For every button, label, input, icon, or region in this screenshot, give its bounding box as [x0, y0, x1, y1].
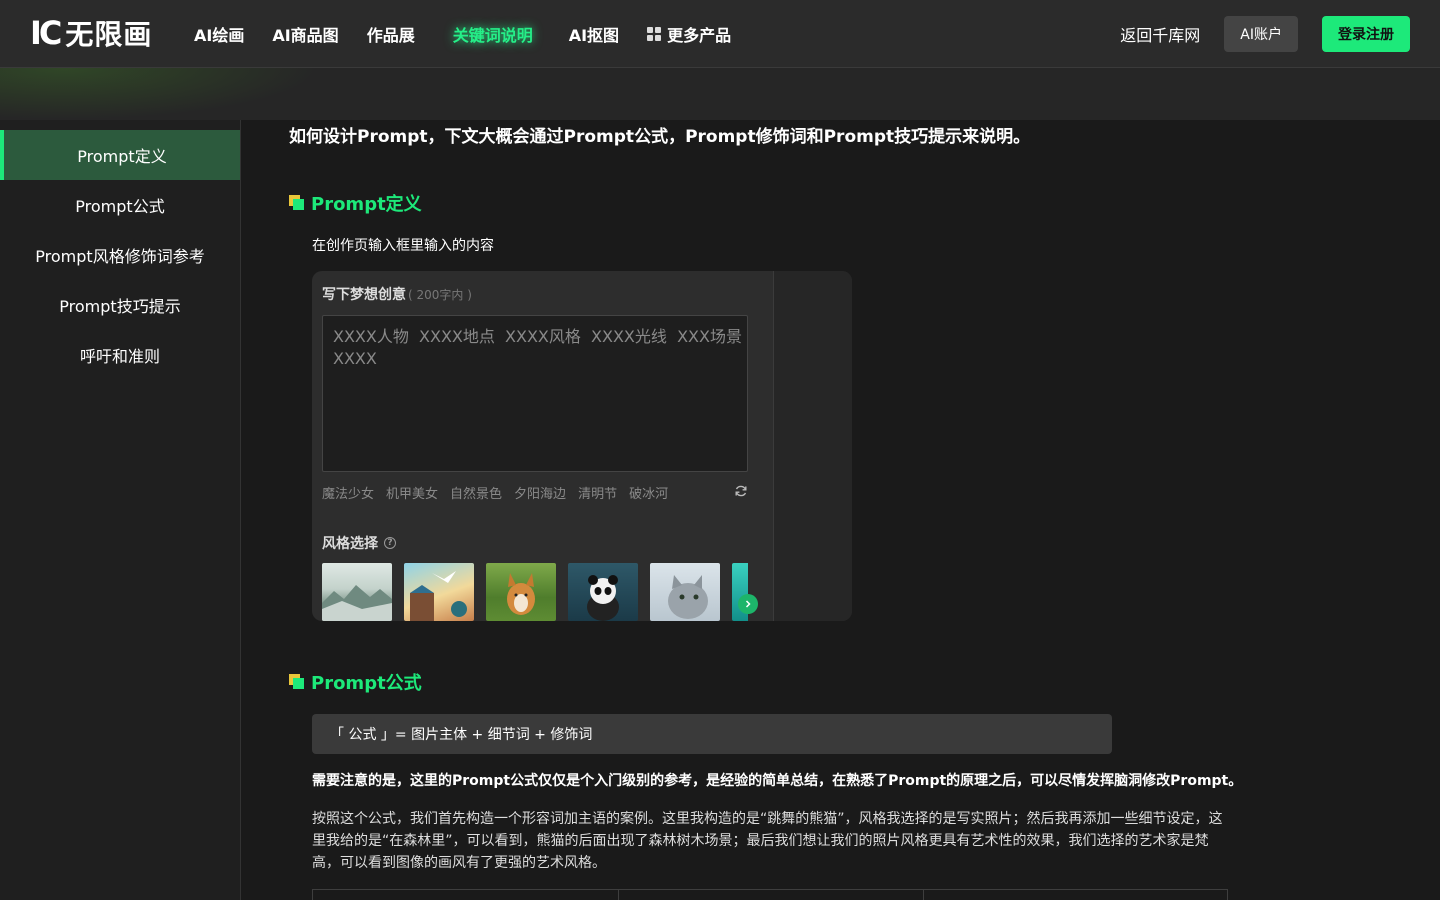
nav-more-products-label: 更多产品 [667, 26, 732, 45]
section-title-text: Prompt定义 [311, 194, 422, 215]
textarea-placeholder-line1: XXXX人物 XXXX地点 XXXX风格 XXXX光线 XXX场景 [333, 327, 742, 346]
nav-ai-product-image[interactable]: AI商品图 [272, 0, 338, 68]
suggestion-tags: 魔法少女 机甲美女 自然景色 夕阳海边 清明节 破冰河 [322, 483, 680, 502]
login-register-button[interactable]: 登录注册 [1322, 16, 1410, 52]
ai-account-button[interactable]: AI账户 [1224, 16, 1298, 52]
prompt-textarea[interactable]: XXXX人物 XXXX地点 XXXX风格 XXXX光线 XXX场景 XXXX [322, 315, 748, 472]
section-title-prompt-formula: Prompt公式 [289, 669, 422, 695]
section-square-icon [289, 195, 305, 211]
logo-mark-icon: IC [30, 14, 62, 52]
sidebar: Prompt定义 Prompt公式 Prompt风格修饰词参考 Prompt技巧… [0, 120, 241, 900]
style-thumb-ink-landscape[interactable] [322, 563, 392, 621]
nav-ai-cutout[interactable]: AI抠图 [569, 0, 619, 68]
formula-note: 需要注意的是，这里的Prompt公式仅仅是个入门级别的参考，是经验的简单总结，在… [312, 773, 1243, 789]
nav-ai-drawing[interactable]: AI绘画 [194, 0, 244, 68]
suggestion-tag[interactable]: 夕阳海边 [514, 483, 566, 502]
sidebar-item-prompt-tips[interactable]: Prompt技巧提示 [0, 280, 240, 330]
main-nav: AI绘画 AI商品图 作品展 关键词说明 AI抠图 更多产品 [194, 0, 759, 76]
dream-idea-label: 写下梦想创意( 200字内 ) [322, 287, 472, 303]
refresh-icon[interactable] [734, 484, 748, 498]
intro-text: 如何设计Prompt，下文大概会通过Prompt公式，Prompt修饰词和Pro… [289, 127, 1031, 147]
main-content: 如何设计Prompt，下文大概会通过Prompt公式，Prompt修饰词和Pro… [241, 120, 1440, 900]
style-thumb-panda[interactable] [568, 563, 638, 621]
nav-more-products[interactable]: 更多产品 [647, 0, 731, 68]
formula-box: 「 公式 」= 图片主体 + 细节词 + 修饰词 [312, 714, 1112, 754]
textarea-placeholder-line2: XXXX [333, 349, 377, 368]
example-table-top [312, 889, 1228, 900]
sidebar-item-prompt-definition[interactable]: Prompt定义 [0, 130, 240, 180]
sidebar-item-guidelines[interactable]: 呼吁和准则 [0, 330, 240, 380]
nav-gallery[interactable]: 作品展 [367, 0, 415, 68]
suggestion-tag[interactable]: 自然景色 [450, 483, 502, 502]
subheader-banner [0, 68, 1440, 120]
help-icon[interactable]: ? [384, 537, 396, 549]
style-thumbnails [322, 563, 748, 621]
suggestion-tag[interactable]: 机甲美女 [386, 483, 438, 502]
style-thumb-illustration[interactable] [404, 563, 474, 621]
grid-icon [647, 27, 662, 41]
section-title-prompt-definition: Prompt定义 [289, 190, 422, 216]
style-thumb-3d-cat[interactable] [650, 563, 720, 621]
header-actions: 返回千库网 AI账户 登录注册 [1120, 16, 1410, 52]
section-square-icon [289, 674, 305, 690]
formula-explanation: 按照这个公式，我们首先构造一个形容词加主语的案例。这里我构造的是“跳舞的熊猫”，… [312, 811, 1223, 871]
chevron-right-icon [745, 600, 751, 608]
suggestion-tag[interactable]: 魔法少女 [322, 483, 374, 502]
sidebar-item-prompt-style-modifiers[interactable]: Prompt风格修饰词参考 [0, 230, 240, 280]
sidebar-item-prompt-formula[interactable]: Prompt公式 [0, 180, 240, 230]
suggestion-tag[interactable]: 破冰河 [629, 483, 668, 502]
nav-keyword-guide[interactable]: 关键词说明 [453, 0, 533, 76]
section-title-text: Prompt公式 [311, 673, 422, 694]
panel-side-column [773, 271, 852, 621]
section-description: 在创作页输入框里输入的内容 [312, 238, 494, 254]
prompt-input-panel-example: 写下梦想创意( 200字内 ) XXXX人物 XXXX地点 XXXX风格 XXX… [312, 271, 852, 621]
style-select-label: 风格选择? [322, 533, 396, 553]
style-thumb-photo-corgi[interactable] [486, 563, 556, 621]
back-to-qianku-link[interactable]: 返回千库网 [1120, 22, 1200, 46]
top-header: IC 无限画 AI绘画 AI商品图 作品展 关键词说明 AI抠图 更多产品 返回… [0, 0, 1440, 76]
logo[interactable]: IC 无限画 [30, 14, 153, 52]
suggestion-tag[interactable]: 清明节 [578, 483, 617, 502]
logo-text: 无限画 [65, 18, 153, 51]
next-thumbs-button[interactable] [738, 594, 758, 614]
